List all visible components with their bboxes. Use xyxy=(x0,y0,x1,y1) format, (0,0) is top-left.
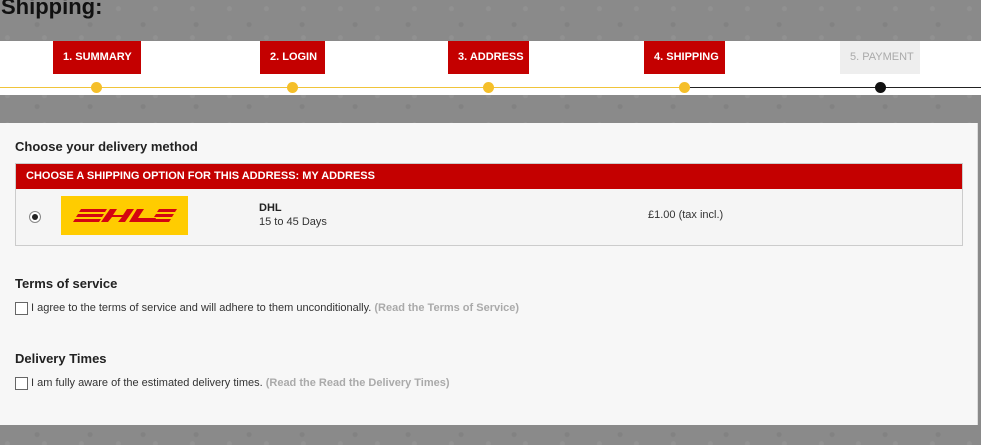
step-dot-summary xyxy=(91,82,102,93)
step-address[interactable]: 3. ADDRESS xyxy=(448,41,529,74)
terms-link[interactable]: (Read the Terms of Service) xyxy=(374,302,519,314)
step-dot-shipping xyxy=(679,82,690,93)
delivery-options-header: CHOOSE A SHIPPING OPTION FOR THIS ADDRES… xyxy=(16,164,962,189)
step-shipping[interactable]: 4. SHIPPING xyxy=(644,41,725,74)
delivery-method-heading: Choose your delivery method xyxy=(15,139,198,154)
carrier-delay: 15 to 45 Days xyxy=(259,216,327,228)
dhl-logo-icon xyxy=(61,196,188,235)
checkout-steps: 1. SUMMARY 2. LOGIN 3. ADDRESS 4. SHIPPI… xyxy=(0,41,981,95)
carrier-radio[interactable] xyxy=(29,211,41,223)
step-dot-address xyxy=(483,82,494,93)
terms-heading: Terms of service xyxy=(15,276,118,291)
progress-line-done xyxy=(0,87,686,88)
progress-line-pending xyxy=(686,87,981,88)
step-dot-payment xyxy=(875,82,886,93)
delivery-times-label: I am fully aware of the estimated delive… xyxy=(31,377,450,389)
delivery-times-text: I am fully aware of the estimated delive… xyxy=(31,377,263,389)
delivery-times-checkbox[interactable] xyxy=(15,377,28,390)
terms-text: I agree to the terms of service and will… xyxy=(31,302,372,314)
step-summary[interactable]: 1. SUMMARY xyxy=(53,41,141,74)
step-dot-login xyxy=(287,82,298,93)
delivery-options-box: CHOOSE A SHIPPING OPTION FOR THIS ADDRES… xyxy=(15,163,963,246)
terms-checkbox[interactable] xyxy=(15,302,28,315)
carrier-name: DHL xyxy=(259,202,282,214)
delivery-times-heading: Delivery Times xyxy=(15,351,107,366)
carrier-price: £1.00 (tax incl.) xyxy=(648,209,724,221)
delivery-times-link[interactable]: (Read the Read the Delivery Times) xyxy=(266,377,450,389)
page-title: Shipping: xyxy=(1,0,103,19)
step-login[interactable]: 2. LOGIN xyxy=(260,41,325,74)
terms-label: I agree to the terms of service and will… xyxy=(31,302,519,314)
step-payment: 5. PAYMENT xyxy=(840,41,920,74)
shipping-panel: Choose your delivery method CHOOSE A SHI… xyxy=(0,123,978,425)
